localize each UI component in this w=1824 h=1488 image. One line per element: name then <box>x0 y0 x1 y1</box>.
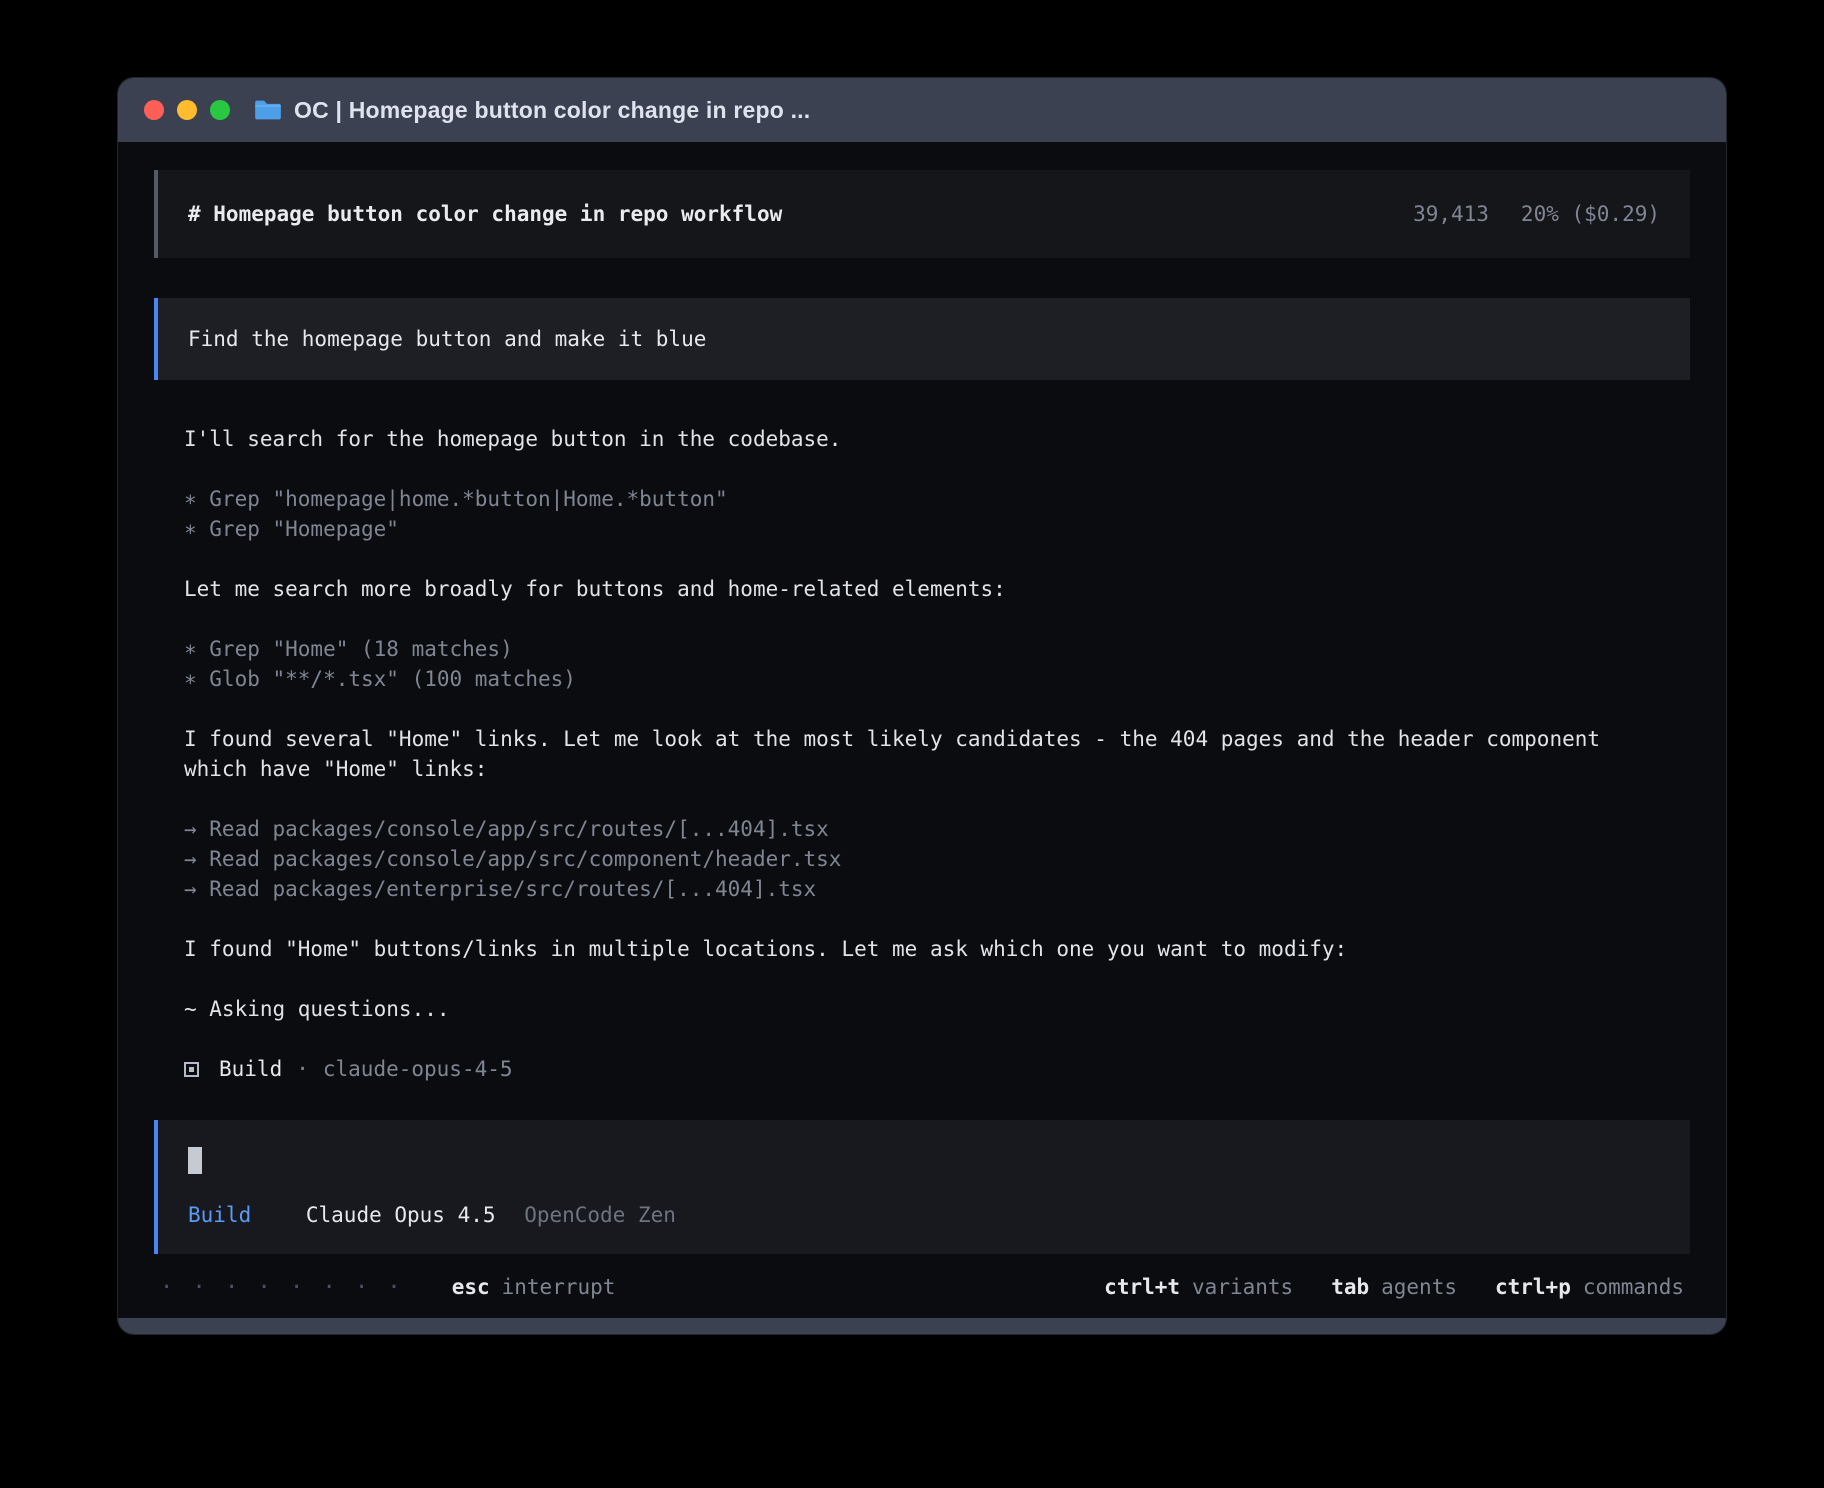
shortcut-label: variants <box>1192 1275 1293 1299</box>
token-count: 39,413 <box>1413 199 1489 229</box>
window-footer <box>118 1318 1726 1334</box>
session-stats: 39,413 20% ($0.29) <box>1413 199 1660 229</box>
user-message-text: Find the homepage button and make it blu… <box>188 324 706 354</box>
agent-name: Build <box>219 1054 282 1084</box>
interrupt-label: interrupt <box>502 1275 616 1299</box>
agent-icon <box>184 1062 199 1077</box>
input-line[interactable] <box>188 1144 1660 1174</box>
assistant-text: I found "Home" buttons/links in multiple… <box>184 934 1614 964</box>
session-header: # Homepage button color change in repo w… <box>154 170 1690 258</box>
tool-call-read: → Read packages/enterprise/src/routes/[.… <box>184 874 1690 904</box>
shortcut-commands: ctrl+p commands <box>1495 1275 1684 1299</box>
separator-dot: · <box>296 1054 309 1084</box>
assistant-text: Let me search more broadly for buttons a… <box>184 574 1614 604</box>
terminal-window: OC | Homepage button color change in rep… <box>118 78 1726 1334</box>
agent-model: claude-opus-4-5 <box>323 1054 513 1084</box>
statusbar-left: · · · · · · · · esc interrupt <box>160 1275 615 1300</box>
user-message: Find the homepage button and make it blu… <box>154 298 1690 380</box>
shortcut-key: ctrl+p <box>1495 1275 1571 1299</box>
tool-call-read: → Read packages/console/app/src/componen… <box>184 844 1690 874</box>
shortcut-agents: tab agents <box>1331 1275 1457 1299</box>
assistant-text: I found several "Home" links. Let me loo… <box>184 724 1614 784</box>
tool-call-grep: ∗ Grep "Home" (18 matches) <box>184 634 1690 664</box>
window-title: OC | Homepage button color change in rep… <box>294 97 810 124</box>
tool-call-group: ∗ Grep "Home" (18 matches) ∗ Glob "**/*.… <box>184 634 1690 694</box>
text-cursor <box>188 1147 202 1174</box>
close-button[interactable] <box>144 100 164 120</box>
esc-key-hint: esc <box>452 1275 490 1299</box>
model-label: Claude Opus 4.5 <box>306 1203 496 1227</box>
shortcut-label: commands <box>1583 1275 1684 1299</box>
tool-call-grep: ∗ Grep "homepage|home.*button|Home.*butt… <box>184 484 1690 514</box>
statusbar: · · · · · · · · esc interrupt ctrl+t var… <box>118 1256 1726 1318</box>
agent-mode-label: Build <box>188 1203 251 1227</box>
agent-status-line: Build · claude-opus-4-5 <box>184 1054 1690 1084</box>
shortcut-label: agents <box>1381 1275 1457 1299</box>
prompt-input[interactable]: Build Claude Opus 4.5 OpenCode Zen <box>154 1120 1690 1254</box>
status-text: ~ Asking questions... <box>184 994 1690 1024</box>
spinner: · · · · · · · · <box>160 1275 404 1300</box>
terminal-content: # Homepage button color change in repo w… <box>118 142 1726 1256</box>
shortcut-key: tab <box>1331 1275 1369 1299</box>
titlebar[interactable]: OC | Homepage button color change in rep… <box>118 78 1726 142</box>
tool-call-group: ∗ Grep "homepage|home.*button|Home.*butt… <box>184 484 1690 544</box>
tool-call-read: → Read packages/console/app/src/routes/[… <box>184 814 1690 844</box>
input-meta: Build Claude Opus 4.5 OpenCode Zen <box>188 1200 1660 1230</box>
tool-call-group: → Read packages/console/app/src/routes/[… <box>184 814 1690 904</box>
shortcut-variants: ctrl+t variants <box>1104 1275 1293 1299</box>
tool-call-glob: ∗ Glob "**/*.tsx" (100 matches) <box>184 664 1690 694</box>
session-title: # Homepage button color change in repo w… <box>188 199 782 229</box>
statusbar-right: ctrl+t variants tab agents ctrl+p comman… <box>1104 1275 1684 1299</box>
minimize-button[interactable] <box>177 100 197 120</box>
provider-label: OpenCode Zen <box>524 1203 676 1227</box>
shortcut-key: ctrl+t <box>1104 1275 1180 1299</box>
traffic-lights <box>144 100 230 120</box>
folder-icon <box>254 98 282 122</box>
context-usage: 20% ($0.29) <box>1521 199 1660 229</box>
tool-call-grep: ∗ Grep "Homepage" <box>184 514 1690 544</box>
assistant-text: I'll search for the homepage button in t… <box>184 424 1614 454</box>
transcript: I'll search for the homepage button in t… <box>154 424 1690 1084</box>
zoom-button[interactable] <box>210 100 230 120</box>
